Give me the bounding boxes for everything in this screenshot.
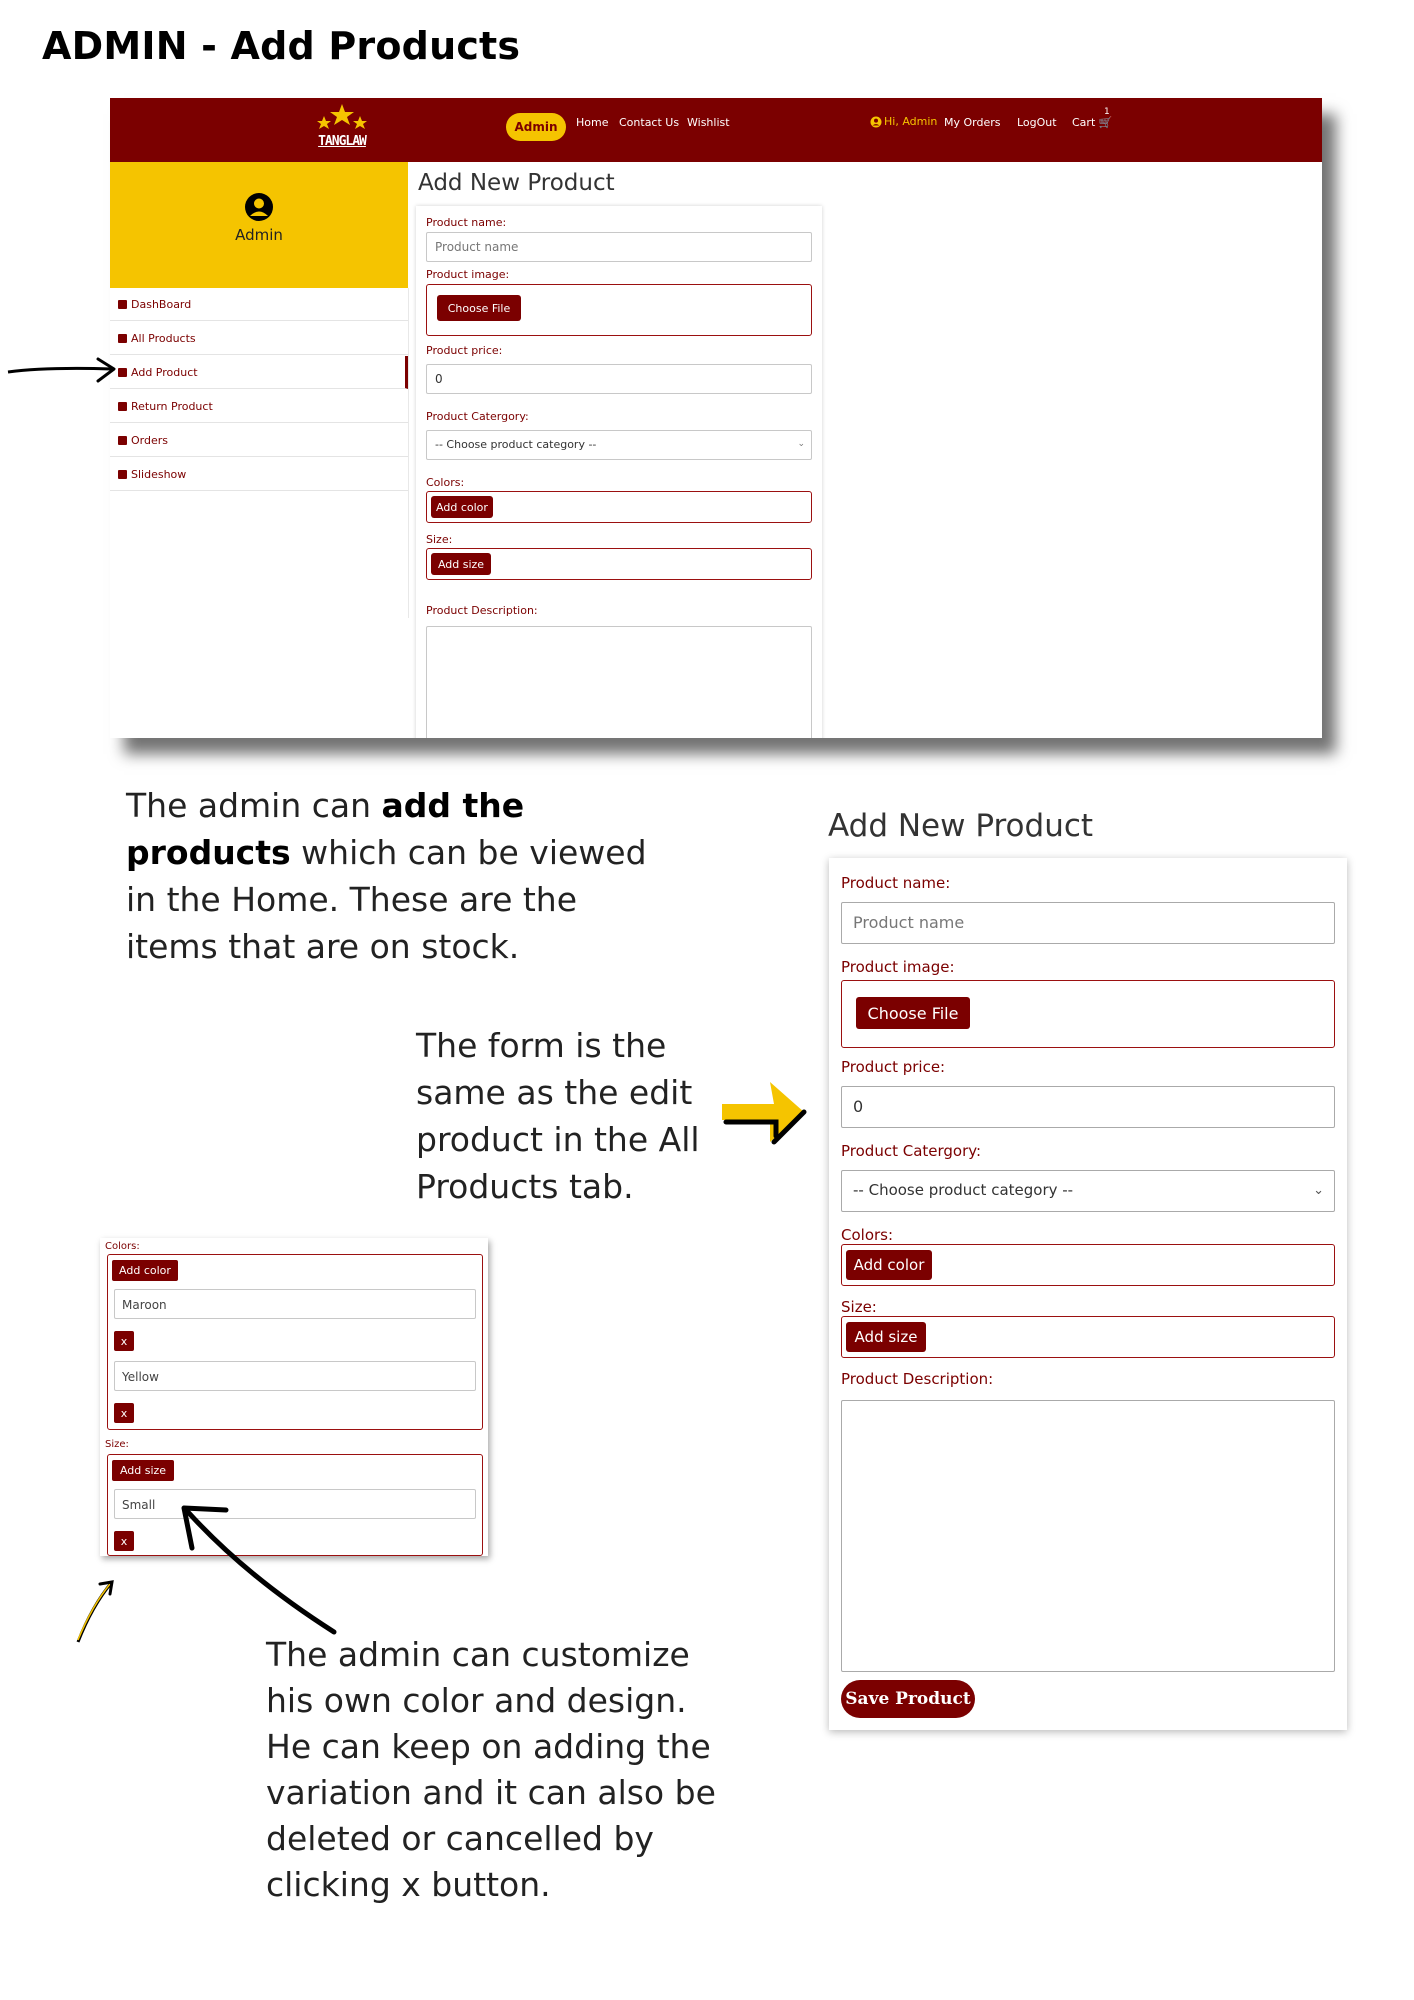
navbar: TANGLAW Admin Home Contact Us Wishlist H… bbox=[110, 98, 1322, 162]
image-label: Product image: bbox=[841, 958, 955, 976]
sidebar-item-label: All Products bbox=[131, 331, 196, 345]
right-arrow-icon bbox=[722, 1082, 807, 1145]
sidebar-item-label: Orders bbox=[131, 433, 168, 447]
sidebar-item-slideshow[interactable]: Slideshow bbox=[110, 458, 408, 491]
category-select[interactable]: -- Choose product category -- ⌄ bbox=[841, 1170, 1335, 1212]
description-textarea[interactable] bbox=[841, 1400, 1335, 1672]
intro-annotation: The admin can add the products which can… bbox=[126, 786, 647, 966]
size-label: Size: bbox=[426, 533, 453, 546]
sidebar-divider bbox=[408, 288, 409, 618]
large-form-title: Add New Product bbox=[828, 808, 1094, 844]
size-box: Add size bbox=[841, 1316, 1335, 1358]
description-label: Product Description: bbox=[841, 1370, 994, 1388]
category-label: Product Catergory: bbox=[426, 410, 529, 423]
curved-arrow-icon bbox=[181, 1505, 337, 1635]
sidebar-item-add-product[interactable]: Add Product bbox=[110, 356, 408, 389]
add-size-button[interactable]: Add size bbox=[846, 1322, 926, 1352]
sidebar-item-label: DashBoard bbox=[131, 297, 192, 311]
dashboard-icon bbox=[118, 299, 127, 309]
name-label: Product name: bbox=[841, 874, 951, 892]
cart-count: 1 bbox=[1104, 107, 1110, 117]
choose-file-button[interactable]: Choose File bbox=[856, 997, 970, 1029]
size-label: Size: bbox=[105, 1439, 129, 1450]
sidebar-item-orders[interactable]: Orders bbox=[110, 424, 408, 457]
image-box: Choose File bbox=[426, 284, 812, 336]
sidebar-user-name: Admin bbox=[235, 226, 283, 244]
user-circle-icon bbox=[870, 116, 882, 127]
size-box: Add size bbox=[426, 548, 812, 580]
user-greeting[interactable]: Hi, Admin bbox=[870, 115, 937, 128]
sidebar-profile bbox=[110, 162, 408, 288]
colors-label: Colors: bbox=[426, 476, 465, 489]
custom-note-annotation: The admin can customize his own color an… bbox=[266, 1635, 716, 1904]
add-color-button[interactable]: Add color bbox=[846, 1250, 932, 1280]
slides-icon bbox=[118, 469, 127, 479]
nav-wishlist[interactable]: Wishlist bbox=[687, 116, 730, 129]
box-icon bbox=[118, 367, 127, 377]
nav-my-orders[interactable]: My Orders bbox=[944, 116, 1001, 129]
user-avatar-icon bbox=[245, 193, 273, 221]
form-title: Add New Product bbox=[418, 170, 615, 196]
choose-file-button[interactable]: Choose File bbox=[437, 295, 521, 321]
colors-box: Add color Maroon x Yellow x bbox=[107, 1254, 483, 1430]
return-icon bbox=[118, 401, 127, 411]
image-label: Product image: bbox=[426, 268, 510, 281]
size-label: Size: bbox=[841, 1298, 877, 1316]
name-label: Product name: bbox=[426, 216, 507, 229]
sidebar-item-dashboard[interactable]: DashBoard bbox=[110, 288, 408, 321]
add-size-button[interactable]: Add size bbox=[112, 1460, 174, 1481]
admin-badge[interactable]: Admin bbox=[506, 113, 566, 141]
large-add-product-form: Product name: Product name Product image… bbox=[829, 858, 1347, 1730]
pointer-arrow-icon bbox=[7, 357, 116, 383]
remove-color-button[interactable]: x bbox=[114, 1331, 134, 1351]
form-note-annotation: The form is the same as the edit product… bbox=[416, 1026, 700, 1206]
add-product-form: Product name: Product name Product image… bbox=[416, 206, 822, 738]
category-selected: -- Choose product category -- bbox=[853, 1181, 1074, 1199]
sidebar-item-all-products[interactable]: All Products bbox=[110, 322, 408, 355]
chevron-down-icon: ⌄ bbox=[1313, 1183, 1324, 1198]
remove-color-button[interactable]: x bbox=[114, 1403, 134, 1423]
description-label: Product Description: bbox=[426, 604, 538, 617]
colors-label: Colors: bbox=[105, 1241, 140, 1252]
list-icon bbox=[118, 333, 127, 343]
nav-contact[interactable]: Contact Us bbox=[619, 116, 679, 129]
price-label: Product price: bbox=[426, 344, 503, 357]
image-box: Choose File bbox=[841, 980, 1335, 1048]
color-input-yellow[interactable]: Yellow bbox=[114, 1361, 476, 1391]
sidebar-item-return-product[interactable]: Return Product bbox=[110, 390, 408, 423]
clipboard-icon bbox=[118, 435, 127, 445]
description-textarea[interactable] bbox=[426, 626, 812, 738]
category-label: Product Catergory: bbox=[841, 1142, 982, 1160]
colors-label: Colors: bbox=[841, 1226, 894, 1244]
small-yellow-arrow-icon bbox=[76, 1580, 114, 1643]
add-color-button[interactable]: Add color bbox=[431, 496, 493, 518]
page-title: ADMIN - Add Products bbox=[42, 24, 521, 68]
add-size-button[interactable]: Add size bbox=[431, 553, 491, 575]
price-label: Product price: bbox=[841, 1058, 946, 1076]
nav-home[interactable]: Home bbox=[576, 116, 608, 129]
logo-text[interactable]: TANGLAW bbox=[312, 134, 372, 149]
category-selected: -- Choose product category -- bbox=[435, 438, 597, 451]
cart-icon: 🛒 bbox=[1098, 116, 1113, 129]
remove-size-button[interactable]: x bbox=[114, 1531, 134, 1551]
add-color-button[interactable]: Add color bbox=[112, 1260, 178, 1281]
colors-box: Add color bbox=[841, 1244, 1335, 1286]
nav-logout[interactable]: LogOut bbox=[1017, 116, 1057, 129]
cart-label: Cart bbox=[1072, 116, 1096, 129]
greeting-text: Hi, Admin bbox=[884, 115, 938, 128]
category-select[interactable]: -- Choose product category -- ⌄ bbox=[426, 430, 812, 460]
sidebar-item-label: Return Product bbox=[131, 399, 213, 413]
color-input-maroon[interactable]: Maroon bbox=[114, 1289, 476, 1319]
nav-cart[interactable]: Cart 🛒 bbox=[1072, 116, 1112, 129]
chevron-down-icon: ⌄ bbox=[797, 439, 805, 449]
product-name-input[interactable]: Product name bbox=[426, 232, 812, 262]
colors-box: Add color bbox=[426, 491, 812, 523]
save-product-button[interactable]: Save Product bbox=[841, 1680, 975, 1718]
product-price-input[interactable]: 0 bbox=[426, 364, 812, 394]
product-name-input[interactable]: Product name bbox=[841, 902, 1335, 944]
sidebar-item-label: Slideshow bbox=[131, 467, 187, 481]
sidebar-item-label: Add Product bbox=[131, 365, 198, 379]
admin-screenshot: TANGLAW Admin Home Contact Us Wishlist H… bbox=[110, 98, 1322, 738]
product-price-input[interactable]: 0 bbox=[841, 1086, 1335, 1128]
